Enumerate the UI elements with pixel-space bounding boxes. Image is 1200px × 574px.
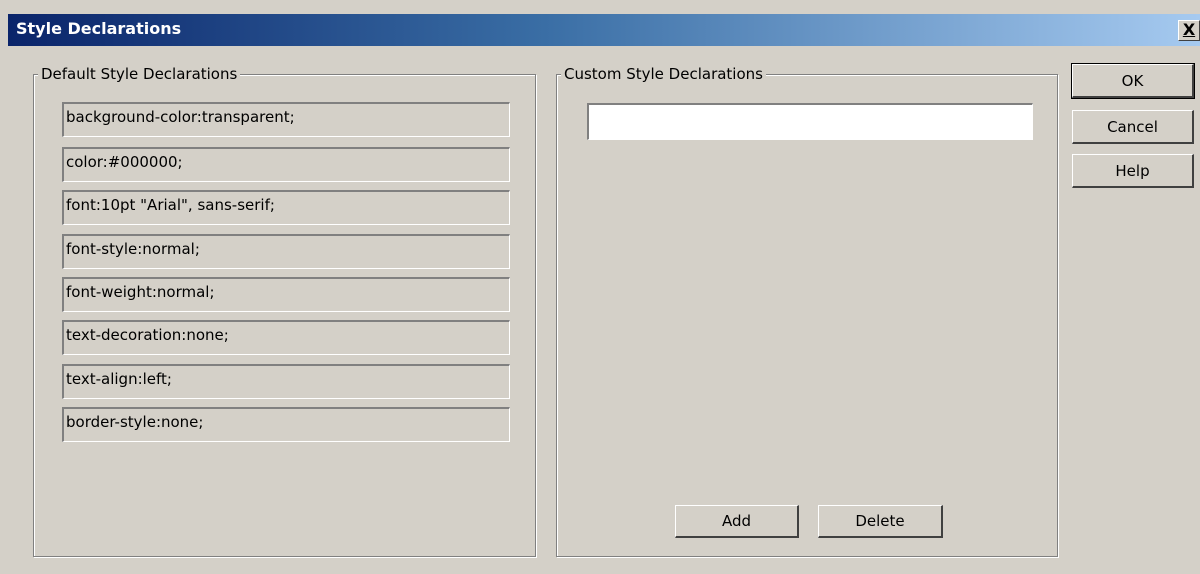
help-button[interactable]: Help <box>1072 154 1194 188</box>
custom-style-group: Custom Style Declarations Add Delete <box>556 65 1058 557</box>
title-bar[interactable]: Style Declarations X <box>8 14 1200 46</box>
custom-declaration-input[interactable] <box>587 103 1033 140</box>
cancel-button-label: Cancel <box>1107 118 1158 136</box>
ok-button[interactable]: OK <box>1071 63 1195 99</box>
default-declaration-item: font-weight:normal; <box>62 277 510 312</box>
default-declaration-item: background-color:transparent; <box>62 102 510 137</box>
delete-button-label: Delete <box>855 512 905 530</box>
window-title: Style Declarations <box>16 19 182 38</box>
style-declarations-dialog: Style Declarations X Default Style Decla… <box>0 0 1200 574</box>
default-style-legend: Default Style Declarations <box>38 65 241 83</box>
help-button-label: Help <box>1115 162 1150 180</box>
default-declaration-item: text-decoration:none; <box>62 320 510 355</box>
default-declaration-item: font:10pt "Arial", sans-serif; <box>62 190 510 225</box>
delete-button[interactable]: Delete <box>818 505 943 538</box>
custom-style-legend: Custom Style Declarations <box>561 65 766 83</box>
close-icon: X <box>1182 20 1196 39</box>
ok-button-label: OK <box>1121 72 1144 90</box>
default-declaration-item: border-style:none; <box>62 407 510 442</box>
default-style-group: Default Style Declarations background-co… <box>33 65 536 557</box>
add-button[interactable]: Add <box>675 505 799 538</box>
add-button-label: Add <box>721 512 752 530</box>
default-declaration-item: color:#000000; <box>62 147 510 182</box>
close-button[interactable]: X <box>1178 20 1200 41</box>
cancel-button[interactable]: Cancel <box>1072 110 1194 144</box>
default-declaration-item: font-style:normal; <box>62 234 510 269</box>
default-declaration-item: text-align:left; <box>62 364 510 399</box>
